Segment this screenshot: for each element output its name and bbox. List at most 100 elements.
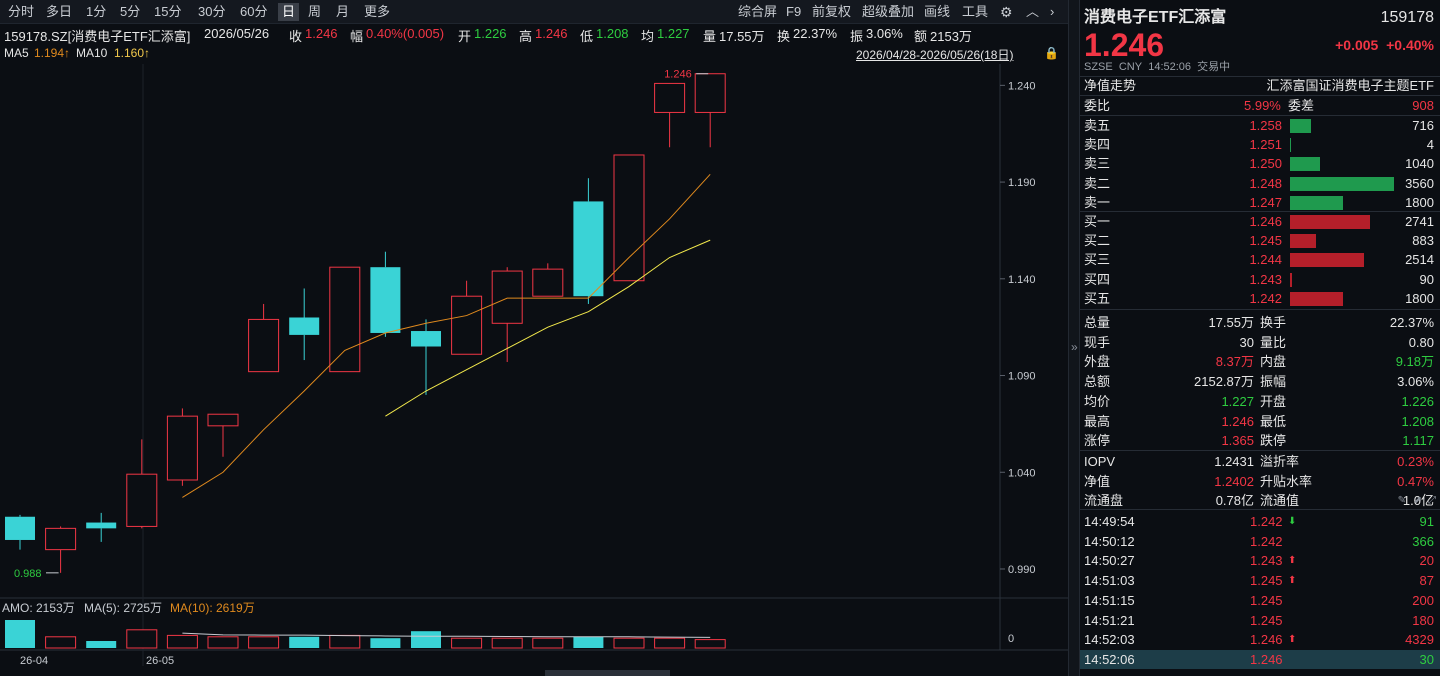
- stat-label: IOPV: [1084, 454, 1116, 469]
- volume-bar-down: [573, 636, 604, 648]
- stat-value: 22.37%: [1389, 315, 1434, 330]
- price-change: +0.005 +0.40%: [1335, 28, 1434, 62]
- stat-value: 8.37万: [1215, 354, 1254, 370]
- stat-label: 振幅: [1260, 374, 1287, 390]
- stat-value: 1.227: [1221, 393, 1254, 409]
- candle-body-down: [370, 267, 401, 333]
- tick-volume: 91: [1419, 514, 1434, 529]
- last-price: 1.246: [1084, 27, 1165, 63]
- chart-scrollbar: [545, 670, 670, 676]
- candle-body-up: [166, 415, 198, 481]
- level-volume: 1800: [1405, 290, 1434, 306]
- expand-icon[interactable]: ⤢: [1428, 495, 1436, 506]
- tick-row[interactable]: 14:51:03 1.245 ⬆ 87: [1080, 571, 1440, 590]
- stat-label: 外盘: [1084, 354, 1111, 370]
- quote-code: 159178: [1380, 9, 1434, 26]
- level-price: 1.245: [1249, 233, 1282, 249]
- kline-chart[interactable]: 1.240 1.190 1.140 1.090 1.040 0.990 26-04 26-05…: [0, 0, 1068, 676]
- vol-ma10-label: MA(10): 2619万: [170, 601, 255, 615]
- tick-time: 14:51:03: [1084, 573, 1135, 589]
- y-tick-label: 0.990: [1008, 564, 1036, 576]
- level-price: 1.243: [1249, 271, 1282, 287]
- panel-collapse-handle[interactable]: »: [1068, 0, 1080, 676]
- edit-icon[interactable]: ✎: [1398, 495, 1406, 506]
- arrow-up-icon: ⬆: [1288, 575, 1297, 587]
- stat-label: 总额: [1084, 374, 1111, 390]
- max-price-marker: 1.246: [664, 69, 692, 81]
- stat-label: 均价: [1084, 393, 1111, 409]
- tick-volume: 4329: [1405, 632, 1434, 648]
- ask-level-row[interactable]: 卖五 1.258 716: [1080, 116, 1440, 135]
- currency: CNY: [1118, 61, 1143, 73]
- tick-price: 1.245: [1250, 592, 1283, 608]
- stat-value: 17.55万: [1208, 315, 1254, 330]
- y-tick-label: 1.190: [1008, 177, 1036, 189]
- tick-row[interactable]: 14:51:21 1.245 180: [1080, 611, 1440, 630]
- bid-level-row[interactable]: 买五 1.242 1800: [1080, 289, 1440, 308]
- tick-time: 14:52:06: [1084, 651, 1135, 667]
- index-name: 汇添富国证消费电子主题ETF: [1266, 78, 1434, 93]
- bid-level-row[interactable]: 买四 1.243 90: [1080, 270, 1440, 289]
- tick-row[interactable]: 14:50:12 1.242 366: [1080, 532, 1440, 551]
- tick-row[interactable]: 14:52:03 1.246 ⬆ 4329: [1080, 630, 1440, 649]
- volume-bar-down: [5, 620, 35, 648]
- tick-time: 14:50:27: [1084, 553, 1135, 569]
- bid-level-row[interactable]: 买二 1.245 883: [1080, 231, 1440, 250]
- quote-time: 14:52:06: [1148, 61, 1192, 73]
- vol-ma5-label: MA(5): 2725万: [84, 601, 162, 615]
- y-tick-label: 1.090: [1008, 371, 1036, 383]
- stat-value: 9.18万: [1395, 354, 1434, 370]
- volume-bar-up: [694, 639, 726, 649]
- trade-status: 交易中: [1197, 61, 1231, 73]
- level-price: 1.242: [1249, 290, 1282, 306]
- tick-price: 1.245: [1250, 573, 1283, 589]
- nav-trend-row[interactable]: 净值走势 汇添富国证消费电子主题ETF: [1080, 76, 1440, 95]
- stat-label: 量比: [1260, 334, 1287, 350]
- order-diff-value: 908: [1412, 98, 1434, 113]
- stat-value: 1.2431: [1214, 454, 1254, 469]
- level-label: 卖一: [1084, 194, 1111, 210]
- double-chevron-right-icon[interactable]: »: [1071, 340, 1078, 354]
- volume-bar-down: [370, 638, 401, 648]
- tick-price: 1.242: [1250, 533, 1283, 549]
- ask-level-row[interactable]: 卖三 1.250 1040: [1080, 154, 1440, 173]
- level-price: 1.250: [1249, 156, 1282, 172]
- stat-row: 总额 2152.87万 振幅 3.06%: [1080, 372, 1440, 391]
- stat-value: 1.365: [1221, 433, 1254, 449]
- ask-level-row[interactable]: 卖四 1.251 4: [1080, 135, 1440, 154]
- stat-label: 换手: [1260, 315, 1287, 330]
- ask-level-row[interactable]: 卖一 1.247 1800: [1080, 193, 1440, 212]
- amo-label: AMO: 2153万: [2, 601, 75, 615]
- tick-time: 14:49:54: [1084, 514, 1135, 529]
- level-label: 买一: [1084, 214, 1111, 229]
- level-volume: 2741: [1405, 214, 1434, 229]
- pin-icon[interactable]: ⬈: [1414, 495, 1422, 506]
- tick-row[interactable]: 14:51:15 1.245 200: [1080, 591, 1440, 610]
- tick-row[interactable]: 14:50:27 1.243 ⬆ 20: [1080, 551, 1440, 570]
- bid-level-row[interactable]: 买一 1.246 2741: [1080, 212, 1440, 231]
- stat-label: 现手: [1084, 334, 1111, 350]
- stat-label: 涨停: [1084, 433, 1111, 449]
- tick-row[interactable]: 14:49:54 1.242 ⬇ 91: [1080, 512, 1440, 531]
- stat-label: 净值: [1084, 473, 1111, 489]
- stat-label: 溢折率: [1260, 454, 1300, 469]
- candle-body-up: [248, 318, 280, 373]
- level-label: 卖五: [1084, 118, 1111, 133]
- stat-label: 升贴水率: [1260, 473, 1313, 489]
- candle-body-up: [532, 268, 564, 297]
- tick-time: 14:51:21: [1084, 612, 1135, 628]
- bid-level-row[interactable]: 买三 1.244 2514: [1080, 250, 1440, 269]
- candle-body-up: [694, 73, 726, 113]
- tick-volume: 30: [1419, 651, 1434, 667]
- ask-level-row[interactable]: 卖二 1.248 3560: [1080, 174, 1440, 193]
- stat-row: 涨停 1.365 跌停 1.117: [1080, 431, 1440, 450]
- nav-trend-link[interactable]: 净值走势: [1084, 76, 1136, 95]
- min-price-marker: 0.988: [14, 568, 42, 580]
- volume-bar-down: [289, 636, 320, 648]
- tick-volume: 366: [1412, 533, 1434, 549]
- level-price: 1.244: [1249, 252, 1282, 268]
- tick-row[interactable]: 14:52:06 1.246 30: [1080, 649, 1440, 669]
- volume-bar-up: [491, 637, 523, 649]
- level-volume-bar: [1290, 195, 1344, 210]
- divider-line: [1080, 309, 1440, 310]
